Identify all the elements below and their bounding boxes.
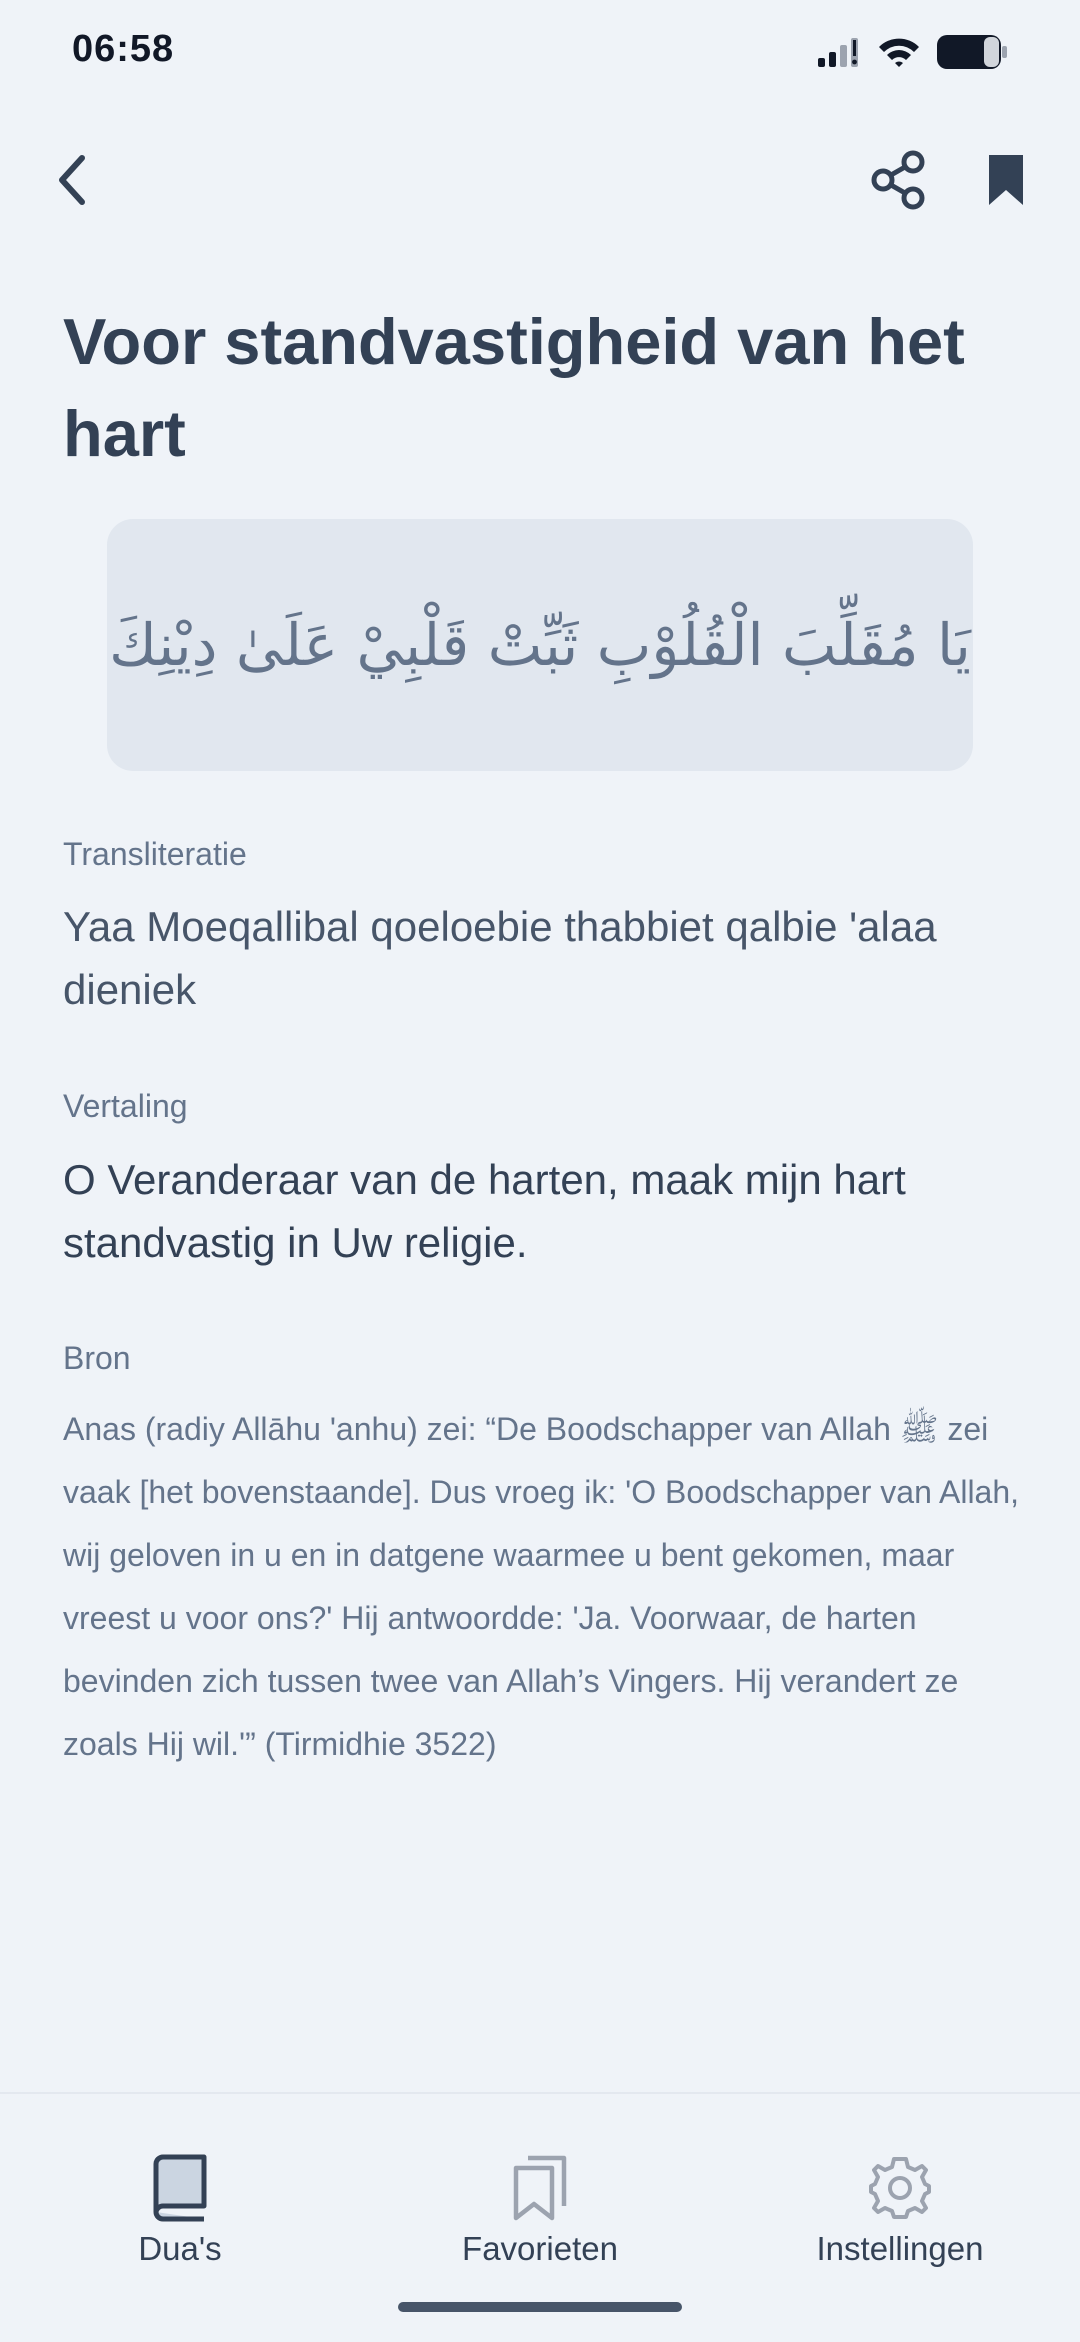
nav-item-instellingen[interactable]: Instellingen <box>750 2094 1050 2274</box>
nav-label-instellingen: Instellingen <box>816 2230 984 2267</box>
share-icon <box>871 150 927 215</box>
transliteration-text: Yaa Moeqallibal qoeloebie thabbiet qalbi… <box>63 903 937 1013</box>
arabic-text: يَا مُقَلِّبَ الْقُلُوْبِ ثَبِّتْ قَلْبِ… <box>109 611 971 679</box>
home-indicator <box>398 2302 682 2312</box>
arabic-card: يَا مُقَلِّبَ الْقُلُوْبِ ثَبِّتْ قَلْبِ… <box>107 519 973 771</box>
transliteration-label: Transliteratie <box>63 836 247 872</box>
battery-icon <box>936 34 1008 75</box>
status-bar: 06:58 <box>0 0 1080 110</box>
source-label: Bron <box>63 1340 131 1376</box>
nav-label-favorieten: Favorieten <box>462 2230 618 2267</box>
status-icons <box>816 34 1008 75</box>
top-bar <box>0 140 1080 224</box>
status-time: 06:58 <box>72 28 175 70</box>
bookmarks-icon <box>510 2152 570 2224</box>
gear-icon <box>867 2152 933 2224</box>
page-title: Voor standvastigheid van het hart <box>63 305 965 470</box>
book-icon <box>150 2152 210 2224</box>
nav-label-duas: Dua's <box>138 2230 222 2267</box>
bookmark-icon <box>986 152 1026 213</box>
back-icon <box>52 152 92 213</box>
bookmark-button[interactable] <box>974 140 1038 224</box>
source-text: Anas (radiy Allāhu ʹanhu) zei: “De Boods… <box>63 1411 1020 1762</box>
wifi-icon <box>876 35 922 74</box>
share-button[interactable] <box>864 140 934 224</box>
translation-text: O Veranderaar van de harten, maak mijn h… <box>63 1156 906 1266</box>
nav-item-favorieten[interactable]: Favorieten <box>390 2094 690 2274</box>
translation-label: Vertaling <box>63 1088 188 1124</box>
signal-icon <box>816 36 862 73</box>
back-button[interactable] <box>40 140 104 224</box>
nav-item-duas[interactable]: Dua's <box>30 2094 330 2274</box>
